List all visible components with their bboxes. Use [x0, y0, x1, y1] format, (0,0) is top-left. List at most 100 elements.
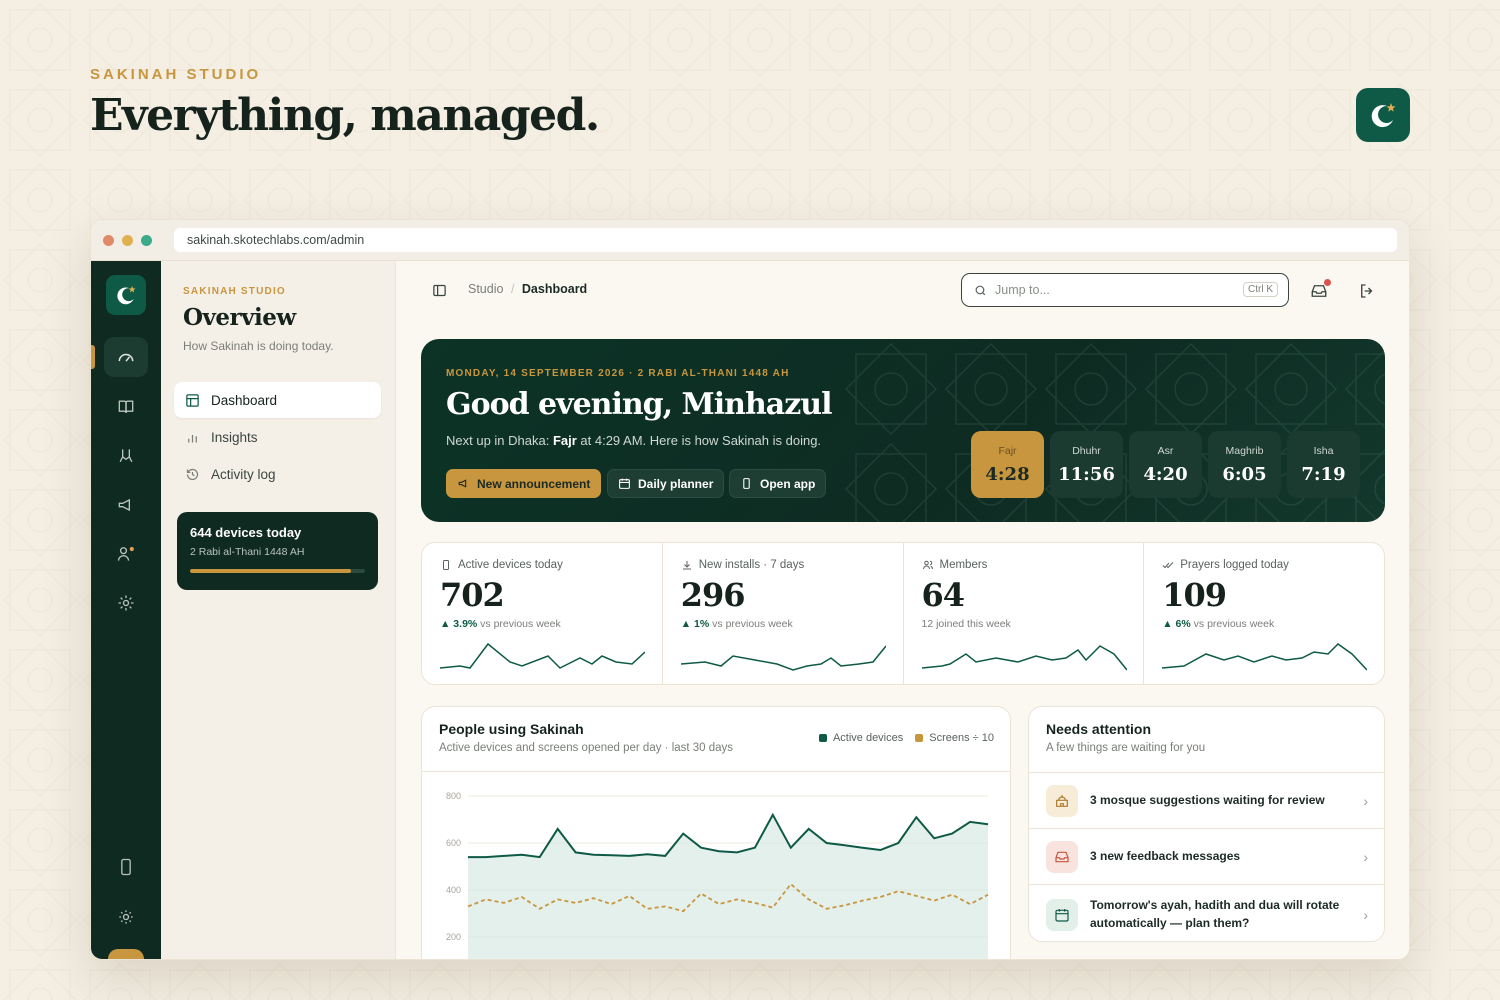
- people-line-chart: 800 600 400 200: [446, 791, 989, 959]
- close-dot[interactable]: [103, 234, 114, 246]
- rail-duas[interactable]: [104, 436, 148, 476]
- inbox-icon: [1055, 851, 1069, 862]
- button-label: Daily planner: [638, 476, 714, 491]
- crescent-star-icon: [1371, 103, 1396, 128]
- sidenav-title: Overview: [183, 304, 296, 331]
- icon-rail: [91, 261, 161, 959]
- user-avatar[interactable]: [108, 949, 144, 959]
- stat-delta: ▲ 1%: [680, 618, 710, 630]
- users-icon: [922, 560, 933, 570]
- rail-logo[interactable]: [106, 275, 146, 315]
- button-label: Open app: [760, 476, 816, 491]
- nav-label: Insights: [211, 429, 258, 445]
- rail-dashboard[interactable]: [104, 337, 148, 377]
- rail-content[interactable]: [104, 387, 148, 427]
- main-content: Studio / Dashboard Jump to... Ctrl K MON…: [396, 261, 1409, 959]
- needs-attention-card: Needs attention A few things are waiting…: [1028, 706, 1385, 942]
- rail-theme[interactable]: [104, 897, 148, 937]
- new-announcement-button[interactable]: New announcement: [446, 469, 602, 498]
- hero-title: Everything, managed.: [90, 90, 600, 141]
- users-icon: [117, 546, 134, 561]
- maximize-dot[interactable]: [141, 234, 152, 246]
- sparkline: [1162, 643, 1368, 671]
- sidebar-toggle-icon[interactable]: [432, 283, 447, 298]
- stat-prayers-logged[interactable]: Prayers logged today 109 ▲ 6% vs previou…: [1144, 543, 1384, 684]
- gauge-icon: [118, 353, 134, 362]
- sun-icon: [119, 910, 133, 924]
- settings-icon: [118, 595, 134, 611]
- phone-icon: [121, 858, 131, 876]
- calendar-icon: [1055, 908, 1069, 922]
- chevron-right-icon: ›: [1363, 792, 1368, 809]
- attention-item-mosque[interactable]: 3 mosque suggestions waiting for review …: [1029, 772, 1384, 828]
- topbar: Studio / Dashboard Jump to... Ctrl K: [396, 261, 1409, 317]
- search-placeholder: Jump to...: [995, 283, 1050, 297]
- nav-label: Dashboard: [211, 392, 278, 408]
- rail-users[interactable]: [104, 534, 148, 574]
- side-nav: SAKINAH STUDIO Overview How Sakinah is d…: [161, 261, 396, 959]
- y-tick-label: 800: [446, 791, 461, 801]
- devices-progress-fill: [190, 569, 351, 573]
- search-input[interactable]: Jump to... Ctrl K: [961, 273, 1289, 307]
- rail-settings[interactable]: [104, 583, 148, 623]
- stat-new-installs[interactable]: New installs · 7 days 296 ▲ 1% vs previo…: [663, 543, 904, 684]
- attention-title: Needs attention: [1046, 721, 1152, 737]
- devices-today-card[interactable]: 644 devices today 2 Rabi al-Thani 1448 A…: [177, 512, 378, 590]
- prayer-name: Fajr: [998, 445, 1017, 457]
- search-icon: [975, 285, 986, 295]
- stat-value: 296: [680, 576, 746, 614]
- sparkline: [921, 645, 1127, 671]
- stat-delta-text: vs previous week: [709, 618, 793, 630]
- breadcrumb-current: Dashboard: [521, 282, 588, 296]
- check-check-icon: [1162, 562, 1174, 569]
- sparkline: [440, 642, 645, 669]
- nav-item-dashboard[interactable]: Dashboard: [174, 382, 381, 418]
- stat-members[interactable]: Members 64 12 joined this week: [904, 543, 1145, 684]
- stat-value: 702: [440, 576, 505, 614]
- minimize-dot[interactable]: [122, 234, 133, 246]
- nav-item-activity-log[interactable]: Activity log: [174, 456, 381, 492]
- prayer-time: 11:56: [1058, 464, 1115, 485]
- greeting-date: MONDAY, 14 SEPTEMBER 2026 · 2 RABI AL-TH…: [446, 368, 790, 379]
- stat-label: New installs · 7 days: [698, 559, 805, 571]
- prayer-name: Asr: [1157, 445, 1174, 457]
- attention-text: 3 new feedback messages: [1090, 848, 1241, 863]
- next-prayer-prefix: Next up in Dhaka:: [446, 433, 553, 448]
- hero-eyebrow: SAKINAH STUDIO: [90, 66, 262, 83]
- megaphone-icon: [458, 479, 467, 488]
- url-bar[interactable]: sakinah.skotechlabs.com/admin: [174, 228, 1397, 252]
- icon-wrap: [1046, 840, 1078, 873]
- hands-icon: [119, 449, 133, 463]
- stat-value: 109: [1162, 576, 1227, 614]
- prayer-time: 4:28: [985, 464, 1030, 485]
- chevron-right-icon: ›: [1363, 906, 1368, 923]
- prayer-maghrib[interactable]: Maghrib 6:05: [1208, 431, 1281, 498]
- browser-window: sakinah.skotechlabs.com/admin SAKINAH ST…: [90, 219, 1410, 960]
- stat-active-devices[interactable]: Active devices today 702 ▲ 3.9% vs previ…: [422, 543, 663, 684]
- nav-item-insights[interactable]: Insights: [174, 419, 381, 455]
- breadcrumb: Studio / Dashboard: [468, 282, 587, 296]
- mosque-icon: [1056, 794, 1068, 807]
- greeting-subtitle: Next up in Dhaka: Fajr at 4:29 AM. Here …: [446, 433, 821, 448]
- stat-label: Members: [939, 559, 988, 571]
- app-logo: [1356, 88, 1410, 142]
- prayer-asr[interactable]: Asr 4:20: [1129, 431, 1202, 498]
- active-devices-area: [468, 814, 988, 959]
- rail-announcements[interactable]: [104, 485, 148, 525]
- rail-device[interactable]: [104, 847, 148, 887]
- prayer-dhuhr[interactable]: Dhuhr 11:56: [1050, 431, 1123, 498]
- open-app-button[interactable]: Open app: [729, 469, 827, 498]
- prayer-isha[interactable]: Isha 7:19: [1287, 431, 1360, 498]
- breadcrumb-root[interactable]: Studio: [468, 282, 503, 296]
- stats-row: Active devices today 702 ▲ 3.9% vs previ…: [421, 542, 1385, 685]
- breadcrumb-separator: /: [510, 282, 515, 296]
- prayer-fajr[interactable]: Fajr 4:28: [971, 431, 1044, 498]
- stat-label: Active devices today: [458, 559, 563, 571]
- devices-card-subtitle: 2 Rabi al-Thani 1448 AH: [190, 546, 305, 558]
- attention-item-feedback[interactable]: 3 new feedback messages ›: [1029, 828, 1384, 884]
- attention-item-rotation[interactable]: Tomorrow's ayah, hadith and dua will rot…: [1029, 884, 1384, 941]
- browser-titlebar: sakinah.skotechlabs.com/admin: [91, 220, 1409, 261]
- logout-icon[interactable]: [1358, 282, 1376, 300]
- daily-planner-button[interactable]: Daily planner: [607, 469, 725, 498]
- crescent-star-icon: [117, 285, 136, 305]
